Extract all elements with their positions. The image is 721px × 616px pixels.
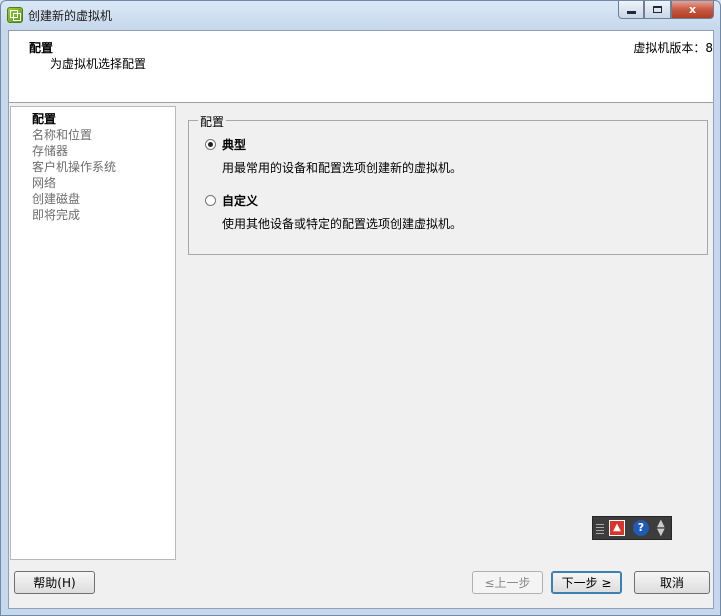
- app-icon[interactable]: ▲: [609, 520, 625, 536]
- maximize-icon: [653, 6, 662, 13]
- vm-version-label: 虚拟机版本：8: [633, 41, 713, 55]
- step-item-network: 网络: [32, 176, 57, 190]
- close-icon: x: [688, 3, 697, 16]
- window-title: 创建新的虚拟机: [28, 9, 113, 23]
- next-button[interactable]: 下一步 ≥: [551, 571, 622, 594]
- back-button[interactable]: ≤上一步: [472, 571, 543, 594]
- step-item-storage: 存储器: [32, 144, 69, 158]
- more-options-icon[interactable]: ▲ ▼: [657, 519, 665, 538]
- wizard-step-list: 配置 名称和位置 存储器 客户机操作系统 网络 创建磁盘 即将完成: [10, 106, 176, 560]
- help-button[interactable]: 帮助(H): [14, 571, 95, 594]
- step-item-ready: 即将完成: [32, 208, 81, 222]
- step-item-create-disk: 创建磁盘: [32, 192, 81, 206]
- config-group-box: 配置 典型 用最常用的设备和配置选项创建新的虚拟机。 自定义 使用其他设备或特定…: [188, 113, 708, 255]
- typical-option-label[interactable]: 典型: [222, 136, 246, 153]
- help-icon[interactable]: ?: [633, 520, 649, 536]
- minimize-icon: [626, 11, 636, 14]
- page-title: 配置: [29, 41, 54, 55]
- vm-app-icon: [7, 7, 23, 23]
- step-item-guest-os: 客户机操作系统: [32, 160, 117, 174]
- config-group-label: 配置: [198, 113, 227, 130]
- dialog-client-area: 配置 为虚拟机选择配置 虚拟机版本：8 配置 名称和位置 存储器 客户机操作系统…: [8, 30, 714, 609]
- typical-radio[interactable]: [205, 139, 216, 150]
- page-subtitle: 为虚拟机选择配置: [50, 57, 147, 71]
- custom-option-description: 使用其他设备或特定的配置选项创建虚拟机。: [222, 217, 463, 231]
- grip-handle-icon[interactable]: [596, 522, 604, 534]
- custom-radio[interactable]: [205, 195, 216, 206]
- title-bar[interactable]: 创建新的虚拟机 x: [1, 1, 720, 29]
- custom-option-label[interactable]: 自定义: [222, 192, 258, 209]
- close-button[interactable]: x: [671, 1, 714, 19]
- step-item-name-location: 名称和位置: [32, 128, 93, 142]
- minimize-button[interactable]: [618, 1, 644, 19]
- dialog-window: 创建新的虚拟机 x 配置 为虚拟机选择配置 虚拟机版本：8 配置 名称和位置 存…: [0, 0, 721, 616]
- typical-option-description: 用最常用的设备和配置选项创建新的虚拟机。: [222, 161, 463, 175]
- maximize-button[interactable]: [644, 1, 671, 19]
- wizard-header: 配置 为虚拟机选择配置 虚拟机版本：8: [9, 31, 713, 103]
- floating-toolbar[interactable]: ▲ ? ▲ ▼: [592, 516, 672, 540]
- config-panel: 配置 典型 用最常用的设备和配置选项创建新的虚拟机。 自定义 使用其他设备或特定…: [188, 113, 708, 255]
- step-item-config: 配置: [32, 112, 57, 126]
- cancel-button[interactable]: 取消: [634, 571, 710, 594]
